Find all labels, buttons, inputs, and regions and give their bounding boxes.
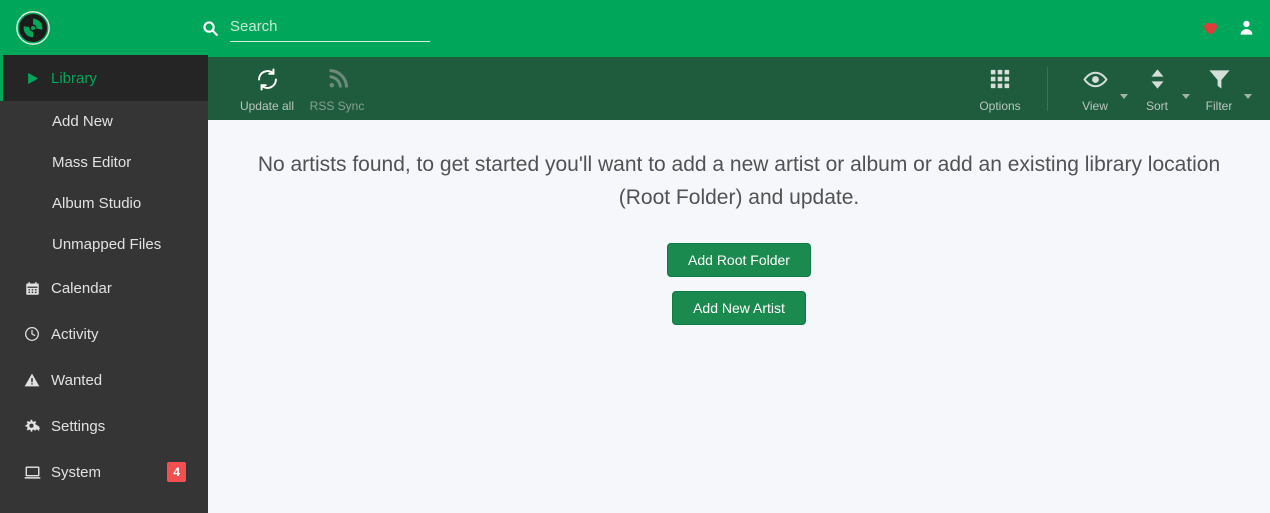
sidebar-item-label: Settings [51,417,106,435]
page-toolbar: Update all RSS Sync Options View Sort Fi… [208,55,1270,120]
rss-icon [327,66,348,92]
rss-sync-label: RSS Sync [309,99,365,113]
sidebar-item-activity[interactable]: Activity [0,311,208,357]
gears-icon [23,417,41,435]
chevron-down-icon [1244,94,1252,99]
sidebar: Library Add New Mass Editor Album Studio… [0,55,208,513]
sidebar-item-label: Wanted [51,371,103,389]
sidebar-subitem-add-new[interactable]: Add New [0,101,208,142]
options-label: Options [979,99,1021,113]
sidebar-item-label: Calendar [51,279,112,297]
user-account-icon[interactable] [1236,18,1256,38]
toolbar-right-actions: Options View Sort Filter [969,64,1252,113]
options-button[interactable]: Options [969,64,1031,113]
update-all-label: Update all [239,99,295,113]
play-icon [23,69,41,87]
search-input[interactable] [230,15,430,42]
warning-triangle-icon [23,371,41,389]
header-actions [1200,0,1256,55]
monitor-icon [23,463,41,481]
view-menu-button[interactable]: View [1064,64,1128,113]
filter-funnel-icon [1208,66,1231,92]
rss-sync-button[interactable]: RSS Sync [306,64,368,113]
search-icon [202,20,220,38]
search-container [202,14,430,42]
clock-icon [23,325,41,343]
sidebar-subitem-mass-editor[interactable]: Mass Editor [0,142,208,183]
logo-container[interactable] [0,0,208,55]
sidebar-item-library[interactable]: Library [0,55,208,101]
view-label: View [1082,99,1108,113]
status-badge: 4 [167,462,186,482]
lidarr-logo-icon [16,10,50,45]
grid-icon [989,66,1011,92]
sidebar-subitem-label: Add New [52,113,113,130]
toolbar-divider [1047,66,1048,111]
sidebar-item-calendar[interactable]: Calendar [0,265,208,311]
sidebar-item-wanted[interactable]: Wanted [0,357,208,403]
app-root: Library Add New Mass Editor Album Studio… [0,0,1270,513]
sort-label: Sort [1145,99,1168,113]
sidebar-item-label: Library [51,69,97,87]
empty-state-message: No artists found, to get started you'll … [257,153,1221,209]
add-root-folder-button[interactable]: Add Root Folder [667,243,811,277]
sort-menu-button[interactable]: Sort [1126,64,1190,113]
sidebar-item-label: Activity [51,325,99,343]
eye-icon [1082,66,1108,92]
sidebar-item-system[interactable]: System 4 [0,449,208,495]
filter-label: Filter [1205,99,1233,113]
sidebar-subitem-album-studio[interactable]: Album Studio [0,183,208,224]
refresh-icon [256,66,279,92]
sidebar-subitem-label: Album Studio [52,195,142,212]
empty-state-actions: Add Root Folder Add New Artist [208,243,1270,325]
sort-arrows-icon [1149,66,1166,92]
calendar-icon [23,279,41,297]
update-all-button[interactable]: Update all [236,64,298,113]
app-header [0,0,1270,55]
sidebar-subitem-label: Unmapped Files [52,236,162,253]
sidebar-subitem-unmapped-files[interactable]: Unmapped Files [0,224,208,265]
sidebar-subitem-label: Mass Editor [52,154,132,171]
sidebar-item-settings[interactable]: Settings [0,403,208,449]
sidebar-item-label: System [51,463,102,481]
filter-menu-button[interactable]: Filter [1188,64,1252,113]
add-new-artist-button[interactable]: Add New Artist [672,291,806,325]
donate-heart-icon[interactable] [1200,18,1220,38]
toolbar-left-actions: Update all RSS Sync [236,64,368,113]
main-content: No artists found, to get started you'll … [208,120,1270,513]
